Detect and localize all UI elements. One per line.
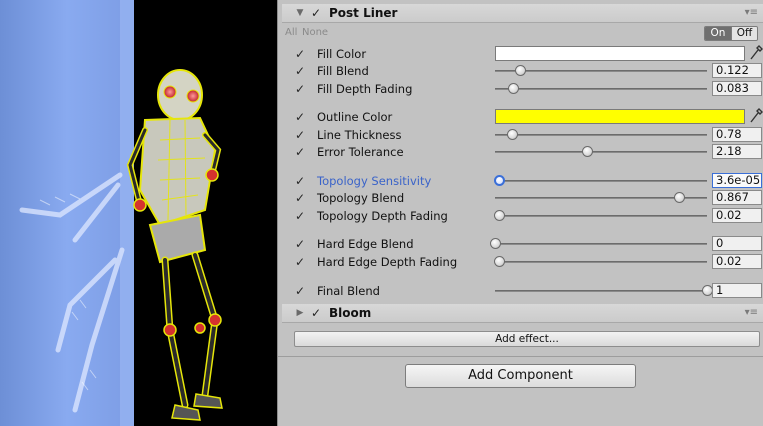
property-label: Fill Color	[317, 46, 367, 61]
slider-track[interactable]	[495, 243, 707, 245]
all-link[interactable]: All	[285, 27, 297, 38]
post-liner-enable-checkbox[interactable]: ✓	[309, 6, 323, 20]
eyedropper-icon[interactable]	[749, 108, 763, 124]
value-field[interactable]: 0.02	[712, 208, 762, 223]
slider-track[interactable]	[495, 261, 707, 263]
value-field[interactable]: 0.867	[712, 190, 762, 205]
robot-render-image	[0, 0, 223, 426]
slider-thumb[interactable]	[507, 83, 519, 94]
slider-track[interactable]	[495, 134, 707, 136]
foldout-collapsed-icon[interactable]: ▶	[293, 308, 307, 318]
property-label: Hard Edge Blend	[317, 236, 414, 251]
slider-thumb[interactable]	[494, 175, 506, 186]
value-field[interactable]: 3.6e-05	[712, 173, 762, 188]
slider-track[interactable]	[495, 70, 707, 72]
property-label: Topology Depth Fading	[317, 208, 448, 223]
slider-track[interactable]	[495, 151, 707, 153]
slider-track[interactable]	[495, 180, 707, 182]
property-label: Error Tolerance	[317, 144, 404, 159]
on-off-toggle[interactable]: On Off	[704, 26, 758, 41]
override-checkbox[interactable]: ✓	[294, 145, 306, 159]
override-checkbox[interactable]: ✓	[294, 64, 306, 78]
value-field[interactable]: 2.18	[712, 144, 762, 159]
separator	[278, 356, 763, 357]
override-checkbox[interactable]: ✓	[294, 237, 306, 251]
override-checkbox[interactable]: ✓	[294, 47, 306, 61]
component-menu-icon[interactable]: ▾≡	[745, 307, 758, 318]
color-field[interactable]	[495, 109, 745, 124]
override-checkbox[interactable]: ✓	[294, 128, 306, 142]
bloom-header[interactable]: ▶ ✓ Bloom ▾≡	[282, 304, 763, 323]
value-field[interactable]: 0.02	[712, 254, 762, 269]
property-label: Fill Depth Fading	[317, 81, 413, 96]
inspector-panel: ▼ ✓ Post Liner ▾≡ All None On Off ✓ Fill …	[277, 0, 763, 426]
property-label: Outline Color	[317, 109, 393, 124]
component-menu-icon[interactable]: ▾≡	[745, 7, 758, 18]
slider-track[interactable]	[495, 290, 707, 292]
value-field[interactable]: 1	[712, 283, 762, 298]
bloom-title: Bloom	[329, 306, 372, 320]
slider-thumb[interactable]	[506, 129, 518, 140]
eyedropper-icon[interactable]	[749, 45, 763, 61]
property-label: Hard Edge Depth Fading	[317, 254, 458, 269]
override-checkbox[interactable]: ✓	[294, 284, 306, 298]
slider-thumb[interactable]	[490, 238, 501, 249]
post-liner-header[interactable]: ▼ ✓ Post Liner ▾≡	[282, 4, 763, 23]
property-label: Final Blend	[317, 283, 380, 298]
property-label: Fill Blend	[317, 63, 369, 78]
off-button[interactable]: Off	[731, 27, 757, 40]
bloom-enable-checkbox[interactable]: ✓	[309, 306, 323, 320]
override-checkbox[interactable]: ✓	[294, 110, 306, 124]
property-row: ✓ Fill Depth Fading 0.083	[282, 80, 763, 97]
property-row: ✓ Topology Blend 0.867	[282, 189, 763, 206]
add-component-button[interactable]: Add Component	[405, 364, 636, 388]
property-row: ✓ Hard Edge Depth Fading 0.02	[282, 253, 763, 270]
slider-thumb[interactable]	[515, 65, 527, 76]
property-label: Line Thickness	[317, 127, 402, 142]
value-field[interactable]: 0	[712, 236, 762, 251]
value-field[interactable]: 0.122	[712, 63, 762, 78]
property-label: Topology Blend	[317, 190, 405, 205]
override-checkbox[interactable]: ✓	[294, 209, 306, 223]
slider-thumb[interactable]	[582, 146, 594, 157]
none-link[interactable]: None	[302, 27, 328, 38]
foldout-expanded-icon[interactable]: ▼	[293, 8, 307, 18]
property-row: ✓ Outline Color	[282, 108, 763, 125]
override-checkbox[interactable]: ✓	[294, 191, 306, 205]
override-checkbox[interactable]: ✓	[294, 82, 306, 96]
override-checkbox[interactable]: ✓	[294, 174, 306, 188]
slider-track[interactable]	[495, 215, 707, 217]
property-row: ✓ Fill Blend 0.122	[282, 62, 763, 79]
slider-track[interactable]	[495, 88, 707, 90]
scene-viewport[interactable]	[0, 0, 277, 426]
property-row: ✓ Fill Color	[282, 45, 763, 62]
on-button[interactable]: On	[705, 27, 731, 40]
value-field[interactable]: 0.78	[712, 127, 762, 142]
color-field[interactable]	[495, 46, 745, 61]
value-field[interactable]: 0.083	[712, 81, 762, 96]
property-row: ✓ Final Blend 1	[282, 282, 763, 299]
property-row: ✓ Error Tolerance 2.18	[282, 143, 763, 160]
slider-thumb[interactable]	[494, 256, 506, 267]
property-row: ✓ Topology Sensitivity 3.6e-05	[282, 172, 763, 189]
property-label: Topology Sensitivity	[317, 173, 432, 188]
property-row: ✓ Topology Depth Fading 0.02	[282, 207, 763, 224]
property-row: ✓ Line Thickness 0.78	[282, 126, 763, 143]
post-liner-title: Post Liner	[329, 6, 398, 20]
property-row: ✓ Hard Edge Blend 0	[282, 235, 763, 252]
slider-thumb[interactable]	[673, 192, 685, 203]
add-effect-button[interactable]: Add effect...	[294, 331, 760, 347]
slider-thumb[interactable]	[494, 210, 506, 221]
toggle-all-none-row: All None On Off	[282, 26, 763, 42]
override-checkbox[interactable]: ✓	[294, 255, 306, 269]
